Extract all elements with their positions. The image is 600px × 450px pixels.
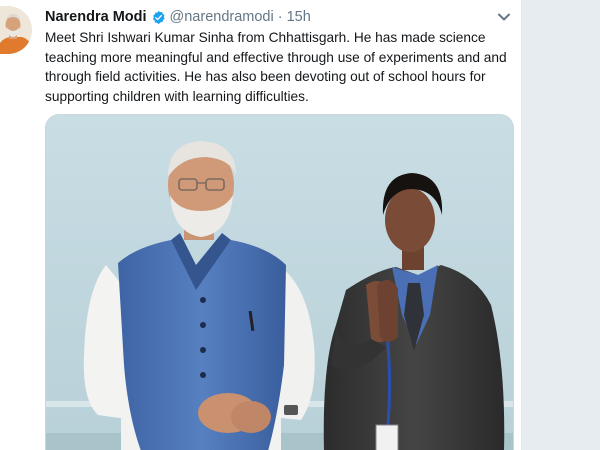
avatar[interactable] [0, 6, 32, 54]
right-sidebar-gutter [523, 0, 600, 450]
photo-image [46, 115, 513, 450]
tweet[interactable]: Narendra Modi @narendramodi · 15h Meet S… [0, 0, 522, 450]
tweet-photo[interactable] [45, 114, 514, 450]
author-handle[interactable]: @narendramodi [170, 9, 274, 25]
tweet-header: Narendra Modi @narendramodi · 15h [45, 7, 311, 27]
header-separator: · [277, 9, 283, 25]
author-name[interactable]: Narendra Modi [45, 9, 147, 25]
chevron-down-icon[interactable] [496, 10, 512, 24]
avatar-image [0, 6, 32, 54]
timeline-column: Narendra Modi @narendramodi · 15h Meet S… [0, 0, 522, 450]
verified-badge-icon [151, 10, 166, 25]
tweet-text: Meet Shri Ishwari Kumar Sinha from Chhat… [45, 30, 507, 104]
tweet-timestamp[interactable]: 15h [287, 9, 311, 25]
